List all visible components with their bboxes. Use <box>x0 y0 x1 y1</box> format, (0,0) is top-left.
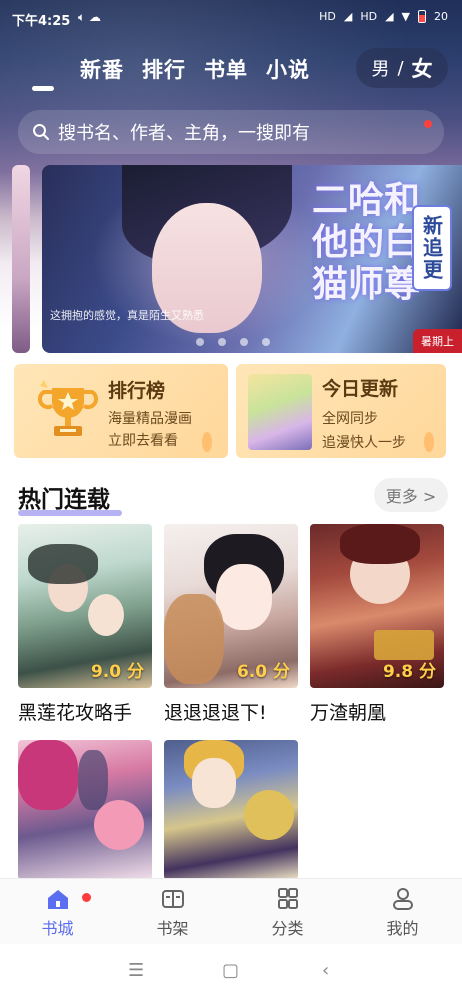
tab-category-label: 分类 <box>271 919 304 938</box>
tab-xinfan[interactable]: 新番 <box>80 54 124 84</box>
banner-tag: 新追更 <box>412 205 452 291</box>
comic-score: 9.8 分 <box>382 662 436 682</box>
cover-character <box>78 750 108 810</box>
comic-cover[interactable] <box>164 740 298 880</box>
home-icon <box>47 890 68 909</box>
signal-icon-2: ◢ <box>385 10 394 23</box>
today-update-line2: 追漫快人一步 <box>322 435 406 451</box>
home-square-icon[interactable]: ▢ <box>222 960 239 981</box>
banner-dot <box>240 338 248 346</box>
today-update-thumbnail <box>248 374 312 450</box>
cover-hair <box>94 800 144 850</box>
comic-cover[interactable]: 6.0 分 <box>164 524 298 688</box>
tab-bookshelf-label: 书架 <box>156 919 189 938</box>
today-update-line1: 全网同步 <box>322 411 378 427</box>
comic-name[interactable]: 黑莲花攻略手 <box>18 698 152 725</box>
back-icon[interactable]: ‹ <box>322 960 329 981</box>
comic-cover[interactable]: 9.8 分 <box>310 524 444 688</box>
today-update-card[interactable]: 今日更新 全网同步 追漫快人一步 <box>236 364 446 458</box>
tab-shudan[interactable]: 书单 <box>204 54 248 84</box>
wifi-icon: ▼ <box>401 10 410 23</box>
status-right-icons: HD ◢ HD ◢ ▼ 20 <box>319 10 448 23</box>
ranking-card[interactable]: 排行榜 海量精品漫画 立即去看看 <box>14 364 228 458</box>
comic-name[interactable]: 万渣朝凰 <box>310 698 444 725</box>
signal-hd-label-1: HD <box>319 10 336 23</box>
comic-score: 6.0 分 <box>236 662 290 682</box>
cover-hair <box>18 740 78 810</box>
banner-prev-peek[interactable] <box>12 165 30 353</box>
status-bar: 下午4:25 🔈︎ ☁︎ HD ◢ HD ◢ ▼ 20 <box>0 0 462 38</box>
cover-character <box>192 758 236 808</box>
tab-bookstore-label: 书城 <box>41 919 74 938</box>
search-input[interactable]: 搜书名、作者、主角，一搜即有 <box>18 110 444 154</box>
system-nav-bar: ☰ ▢ ‹ <box>0 944 462 1000</box>
banner-dot <box>196 338 204 346</box>
more-button[interactable]: 更多 > <box>374 478 448 512</box>
tab-bookshelf[interactable]: 书架 <box>115 887 230 939</box>
cover-hair <box>28 544 98 584</box>
banner-indicator <box>196 338 270 346</box>
battery-icon <box>418 10 426 23</box>
search-icon <box>33 124 49 140</box>
banner-title-art: 二哈和他的白猫师尊 <box>312 179 421 305</box>
signal-icon: ◢ <box>343 10 353 23</box>
status-notification-icons: 🔈︎ ☁︎ <box>78 10 101 25</box>
menu-icon[interactable]: ☰ <box>128 960 144 981</box>
ranking-line1: 海量精品漫画 <box>108 411 192 427</box>
section-title-text: 热门连载 <box>18 487 110 513</box>
comic-cover[interactable] <box>18 740 152 880</box>
gender-divider: / <box>397 57 404 79</box>
ranking-title: 排行榜 <box>108 380 166 402</box>
gender-male[interactable]: 男 <box>371 55 389 81</box>
flame-decoration <box>424 432 434 452</box>
banner-carousel[interactable]: 二哈和他的白猫师尊 新追更 这拥抱的感觉，真是陌生又熟悉 暑期上 <box>42 165 462 353</box>
cover-hair <box>340 524 420 564</box>
gender-toggle[interactable]: 男 / 女 <box>356 48 448 88</box>
cover-title-badge <box>374 630 434 660</box>
tab-bookstore[interactable]: 书城 <box>0 887 115 939</box>
comic-name[interactable]: 退退退退下! <box>164 698 298 725</box>
comic-card[interactable]: 9.0 分 黑莲花攻略手 <box>18 524 152 725</box>
banner-dot <box>262 338 270 346</box>
tab-category[interactable]: 分类 <box>230 887 345 939</box>
cover-character <box>244 790 294 840</box>
bookshelf-icon <box>161 890 184 908</box>
cloud-icon: ☁︎ <box>89 10 102 24</box>
bottom-tab-bar: 书城 书架 分类 我的 <box>0 878 462 944</box>
comic-card[interactable] <box>18 740 152 880</box>
comic-cover[interactable]: 9.0 分 <box>18 524 152 688</box>
comic-card[interactable] <box>164 740 298 880</box>
section-title: 热门连载 <box>18 480 122 516</box>
comic-score: 9.0 分 <box>90 662 144 682</box>
search-placeholder: 搜书名、作者、主角，一搜即有 <box>58 123 310 144</box>
battery-level: 20 <box>434 10 448 23</box>
flame-decoration <box>202 432 212 452</box>
category-icon <box>277 888 298 909</box>
ranking-line2: 立即去看看 <box>108 433 178 449</box>
status-time: 下午4:25 <box>12 14 71 29</box>
trophy-icon <box>37 380 99 436</box>
profile-icon <box>392 888 413 910</box>
tab-paihang[interactable]: 排行 <box>142 54 186 84</box>
tab-profile[interactable]: 我的 <box>345 887 460 939</box>
cover-character <box>216 564 272 630</box>
search-notification-dot <box>424 120 432 128</box>
banner-corner-label: 暑期上 <box>413 329 462 353</box>
cover-character <box>88 594 124 636</box>
top-nav: 新番 排行 书单 小说 男 / 女 <box>0 48 462 98</box>
gender-female[interactable]: 女 <box>412 53 433 83</box>
signal-hd-label-2: HD <box>360 10 378 23</box>
tab-badge-dot <box>82 893 91 902</box>
today-update-title: 今日更新 <box>322 378 399 400</box>
banner-quote: 这拥抱的感觉，真是陌生又熟悉 <box>50 309 204 322</box>
banner-dot <box>218 338 226 346</box>
tab-profile-label: 我的 <box>386 919 419 938</box>
nav-active-indicator <box>32 86 54 91</box>
tab-xiaoshuo[interactable]: 小说 <box>266 54 310 84</box>
cover-character <box>164 594 224 684</box>
comic-card[interactable]: 6.0 分 退退退退下! <box>164 524 298 725</box>
comic-card[interactable]: 9.8 分 万渣朝凰 <box>310 524 444 725</box>
volume-icon: 🔈︎ <box>78 10 86 24</box>
